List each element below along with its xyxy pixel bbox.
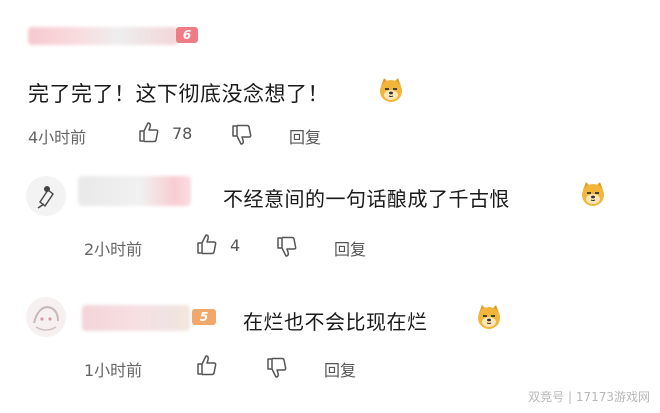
comment-text: 完了完了！这下彻底没念想了！ [28,82,329,106]
comment-text: 在烂也不会比现在烂 [243,310,428,334]
like-count: 78 [172,124,193,143]
like-count: 4 [230,236,241,255]
comment-time: 2小时前 [84,240,143,259]
thumbs-down-icon[interactable] [231,124,253,146]
username-blurred[interactable] [78,176,191,206]
avatar[interactable] [26,176,66,216]
dog-face-emoji-icon [380,78,402,102]
reply-button[interactable]: 回复 [324,357,356,381]
reply-button[interactable]: 回复 [334,236,366,260]
comment-time: 4小时前 [28,128,87,147]
avatar[interactable] [26,297,66,337]
watermark: 双竞号 | 17173游戏网 [528,390,650,404]
dog-face-emoji-icon [582,182,604,206]
thumbs-up-icon[interactable] [196,233,218,255]
thumbs-up-icon[interactable] [196,354,218,376]
reply-button[interactable]: 回复 [289,124,321,148]
comment-time: 1小时前 [84,361,143,380]
thumbs-up-icon[interactable] [138,121,160,143]
level-badge: 6 [176,27,198,43]
username-blurred[interactable] [82,305,190,331]
comment-text: 不经意间的一句话酿成了千古恨 [223,187,510,211]
thumbs-down-icon[interactable] [266,357,288,379]
dog-face-emoji-icon [478,305,500,329]
level-badge: 5 [192,309,216,325]
username-blurred[interactable] [28,27,178,45]
thumbs-down-icon[interactable] [276,236,298,258]
